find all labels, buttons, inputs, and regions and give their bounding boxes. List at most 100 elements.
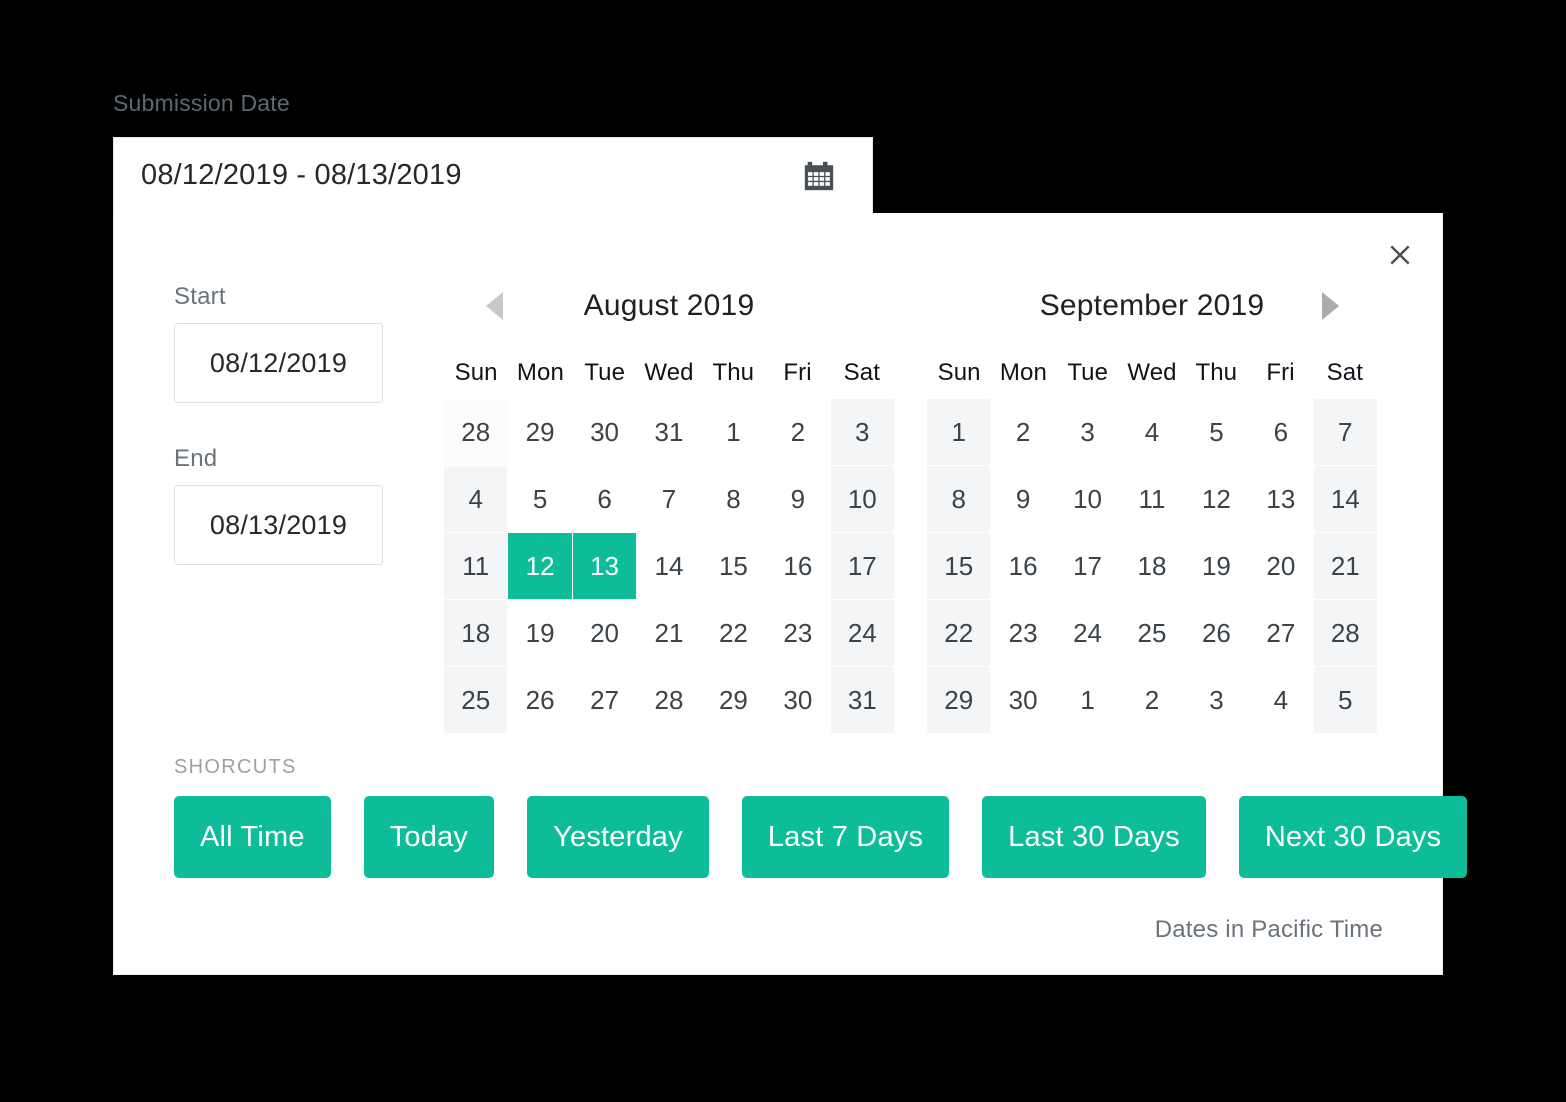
- calendar-day[interactable]: 17: [1055, 533, 1120, 599]
- calendar-day[interactable]: 20: [1249, 533, 1313, 599]
- weekday-label: Tue: [584, 359, 626, 386]
- shortcut-next-30-days-button[interactable]: Next 30 Days: [1238, 796, 1468, 878]
- range-fields: Start 08/12/2019 End 08/13/2019: [174, 283, 474, 565]
- calendar-day[interactable]: 13: [1249, 466, 1313, 532]
- start-label: Start: [174, 283, 226, 310]
- calendar-day[interactable]: 25: [1120, 600, 1184, 666]
- calendar-day[interactable]: 15: [701, 533, 766, 599]
- calendar-day[interactable]: 31: [830, 667, 894, 733]
- calendar-day[interactable]: 30: [572, 399, 637, 465]
- calendar-day[interactable]: 26: [1184, 600, 1249, 666]
- weekday-label: Fri: [1266, 359, 1295, 386]
- shortcut-today-button[interactable]: Today: [363, 796, 495, 878]
- submission-date-input[interactable]: 08/12/2019 - 08/13/2019: [113, 137, 873, 213]
- calendar-day-selected[interactable]: 12: [508, 533, 572, 599]
- calendar-day[interactable]: 4: [1120, 399, 1184, 465]
- shortcut-last-7-days-button[interactable]: Last 7 Days: [741, 796, 950, 878]
- calendar-day[interactable]: 19: [1184, 533, 1249, 599]
- calendar-day[interactable]: 17: [830, 533, 894, 599]
- calendar-day[interactable]: 9: [766, 466, 830, 532]
- start-date-input[interactable]: 08/12/2019: [174, 323, 383, 403]
- calendar-day[interactable]: 29: [927, 667, 991, 733]
- calendar-day[interactable]: 8: [927, 466, 991, 532]
- calendar-day[interactable]: 11: [1120, 466, 1184, 532]
- close-icon[interactable]: [1380, 235, 1420, 275]
- calendar-day[interactable]: 5: [1184, 399, 1249, 465]
- calendar-day[interactable]: 26: [508, 667, 572, 733]
- calendar-day[interactable]: 5: [508, 466, 572, 532]
- calendar-icon[interactable]: [802, 159, 836, 193]
- calendar-day[interactable]: 12: [1184, 466, 1249, 532]
- calendar-day[interactable]: 5: [1313, 667, 1377, 733]
- calendar-day[interactable]: 6: [572, 466, 637, 532]
- calendar-day[interactable]: 1: [701, 399, 766, 465]
- calendar-day[interactable]: 28: [637, 667, 701, 733]
- calendar-title: September 2019: [1039, 289, 1265, 322]
- calendar-day[interactable]: 15: [927, 533, 991, 599]
- calendar-day[interactable]: 10: [830, 466, 894, 532]
- calendar-day[interactable]: 1: [927, 399, 991, 465]
- calendar-day[interactable]: 24: [830, 600, 894, 666]
- calendar-day[interactable]: 19: [508, 600, 572, 666]
- calendar-grid: 28 29 30 31 1 2 3 4 5 6 7 8 9 10 11 12 13 14 15 16 17 18 19 20 2…: [444, 399, 894, 733]
- calendar-day[interactable]: 10: [1055, 466, 1120, 532]
- weekday-label: Thu: [712, 359, 755, 386]
- calendar-day[interactable]: 25: [444, 667, 508, 733]
- calendar-day[interactable]: 27: [572, 667, 637, 733]
- calendar-day[interactable]: 18: [444, 600, 508, 666]
- calendar-day[interactable]: 6: [1249, 399, 1313, 465]
- calendar-day[interactable]: 18: [1120, 533, 1184, 599]
- calendar-day[interactable]: 7: [1313, 399, 1377, 465]
- calendar-day[interactable]: 11: [444, 533, 508, 599]
- calendar-header: September 2019: [927, 275, 1377, 337]
- calendar-day[interactable]: 9: [991, 466, 1055, 532]
- calendar-day[interactable]: 24: [1055, 600, 1120, 666]
- calendar-day[interactable]: 4: [1249, 667, 1313, 733]
- shortcut-yesterday-button[interactable]: Yesterday: [527, 796, 709, 878]
- calendar-day[interactable]: 27: [1249, 600, 1313, 666]
- chevron-left-icon[interactable]: [486, 292, 503, 320]
- calendar-grid: 1 2 3 4 5 6 7 8 9 10 11 12 13 14 15 16 17 18 19 20 21 22 23 24 2…: [927, 399, 1377, 733]
- chevron-right-icon[interactable]: [1322, 292, 1339, 320]
- calendar-title: August 2019: [583, 289, 755, 322]
- calendar-day[interactable]: 31: [637, 399, 701, 465]
- end-date-input[interactable]: 08/13/2019: [174, 485, 383, 565]
- calendar-day[interactable]: 14: [1313, 466, 1377, 532]
- calendar-day[interactable]: 2: [766, 399, 830, 465]
- calendar-day[interactable]: 23: [766, 600, 830, 666]
- calendars: August 2019 Sun Mon Tue Wed Thu Fri Sat 28 29 30 31…: [444, 275, 1377, 733]
- calendar-day[interactable]: 22: [927, 600, 991, 666]
- calendar-day[interactable]: 20: [572, 600, 637, 666]
- calendar-day[interactable]: 3: [1055, 399, 1120, 465]
- shortcut-last-30-days-button[interactable]: Last 30 Days: [982, 796, 1206, 878]
- calendar-day[interactable]: 21: [1313, 533, 1377, 599]
- calendar-day[interactable]: 3: [1184, 667, 1249, 733]
- calendar-day[interactable]: 3: [830, 399, 894, 465]
- calendar-day[interactable]: 16: [991, 533, 1055, 599]
- calendar-day[interactable]: 23: [991, 600, 1055, 666]
- calendar-day[interactable]: 14: [637, 533, 701, 599]
- shortcut-all-time-button[interactable]: All Time: [174, 796, 331, 878]
- calendar-day[interactable]: 4: [444, 466, 508, 532]
- weekday-header-row: Sun Mon Tue Wed Thu Fri Sat: [927, 359, 1377, 387]
- calendar-day[interactable]: 28: [1313, 600, 1377, 666]
- calendar-day[interactable]: 7: [637, 466, 701, 532]
- calendar-day-selected[interactable]: 13: [572, 533, 637, 599]
- calendar-day[interactable]: 29: [701, 667, 766, 733]
- calendar-day[interactable]: 28: [444, 399, 508, 465]
- shortcuts-row: All Time Today Yesterday Last 7 Days Last 30…: [174, 796, 1468, 878]
- calendar-day[interactable]: 8: [701, 466, 766, 532]
- calendar-month: September 2019 Sun Mon Tue Wed Thu Fri Sat 1 2 3 4 5…: [927, 275, 1377, 733]
- calendar-day[interactable]: 1: [1055, 667, 1120, 733]
- calendar-day[interactable]: 21: [637, 600, 701, 666]
- calendar-day[interactable]: 2: [1120, 667, 1184, 733]
- calendar-day[interactable]: 2: [991, 399, 1055, 465]
- calendar-day[interactable]: 30: [766, 667, 830, 733]
- calendar-day[interactable]: 22: [701, 600, 766, 666]
- weekday-label: Wed: [644, 359, 694, 386]
- calendar-day[interactable]: 30: [991, 667, 1055, 733]
- screen: Submission Date 08/12/2019 - 08/13/2019: [0, 0, 1566, 1102]
- calendar-day[interactable]: 16: [766, 533, 830, 599]
- weekday-label: Wed: [1127, 359, 1177, 386]
- calendar-day[interactable]: 29: [508, 399, 572, 465]
